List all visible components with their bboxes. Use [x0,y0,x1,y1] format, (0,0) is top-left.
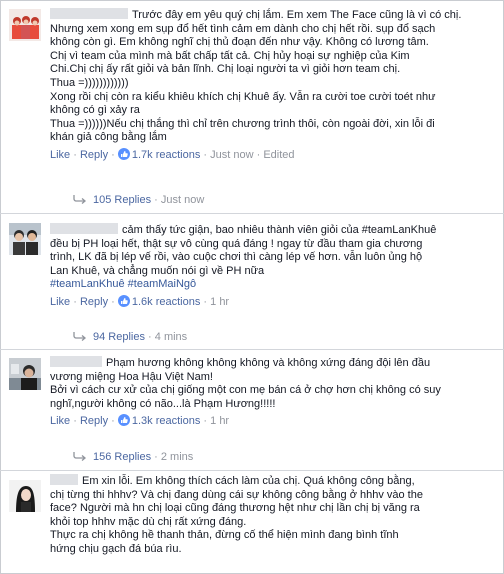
replies-time: 2 mins [160,451,194,463]
replies-time: 4 mins [154,331,188,343]
avatar-image [9,223,41,255]
comment-text-line: Nhưng xem xong em sụp đổ hết tình cảm em… [50,22,436,35]
like-link[interactable]: Like [50,415,70,427]
like-reaction-icon [117,147,130,160]
comment-text-line: Xong rồi chị còn ra kiểu khiêu khích chị… [50,90,436,103]
like-link[interactable]: Like [50,296,70,308]
replies-count[interactable]: 105 Replies [93,194,151,206]
avatar-image [9,358,41,390]
reply-link[interactable]: Reply [80,296,108,308]
comment-text-line: không còn gì. Em không nghĩ chị thủ đoạn… [50,36,429,49]
comment-time[interactable]: 1 hr [210,415,229,427]
commenter-name-redacted[interactable] [50,8,128,19]
comment-text-line: nghĩ,người không có não...là Phạm Hương!… [50,397,276,410]
view-replies-link[interactable]: 105 Replies · Just now [73,194,204,208]
view-replies-link[interactable]: 94 Replies · 4 mins [73,331,187,345]
replies-count[interactable]: 94 Replies [93,331,145,343]
comment-divider [0,349,504,350]
avatar-image [9,9,41,41]
view-replies-link[interactable]: 156 Replies · 2 mins [73,451,193,465]
comment-text-line: chị từng thi hhhv? Và chị đang dùng cái … [50,488,423,501]
comment-text-line: Thua =))))))Nếu chị thắng thì chỉ trên c… [50,117,435,130]
comment-text-line: Chị vì team của mình mà bất chấp tất cả.… [50,49,410,62]
reactions-count[interactable]: 1.7k reactions [132,149,200,161]
reply-arrow-icon [73,332,87,341]
commenter-name-redacted[interactable] [50,356,102,367]
comment-actions: Like · Reply · 1.6k reactions · 1 hr [50,294,230,308]
comment-text-line: Em xin lỗi. Em không thích cách làm của … [82,475,415,487]
comment-text-line: Chi.Chị chị ấy rất giỏi và bản lĩnh. Chị… [50,63,401,76]
hashtag-line[interactable]: #teamLanKhuê #teamMaiNgô [50,278,496,292]
comment-divider [0,213,504,214]
avatar[interactable] [9,480,41,512]
replies-count[interactable]: 156 Replies [93,451,151,463]
avatar[interactable] [9,9,41,41]
comment-text-line: face? Người mà hn chị loại cũng đáng thư… [50,502,420,515]
comment-text-line: Trước đây em yêu quý chị lắm. Em xem The… [132,9,462,21]
reply-arrow-icon [73,452,87,461]
comment-text-line: đều bị PH loại hết, thật sự vô cùng quá … [50,237,423,250]
replies-time: Just now [160,194,205,206]
comment-text-line: Phạm hương không không không và không xứ… [106,357,431,369]
comment-text-line: hứng chịu gạch đá búa rìu. [50,542,182,555]
comment-divider [0,470,504,471]
reactions-count[interactable]: 1.6k reactions [132,296,200,308]
like-reaction-icon [117,294,130,307]
comment-text-line: không có gì xảy ra [50,104,140,117]
avatar-image [9,480,41,512]
like-link[interactable]: Like [50,149,70,161]
like-reaction-icon [117,414,130,427]
comment-text-line: Thua =)))))))))))) [50,76,129,89]
reply-arrow-icon [73,195,87,204]
comment-time[interactable]: 1 hr [210,296,229,308]
comment-text-line: Bởi vì cách cư xử của chị giống một con … [50,384,441,397]
commenter-name-redacted[interactable] [50,474,78,485]
comment-text-line: trình, LK đã bị lép vế rồi, vào cuộc chơ… [50,251,423,264]
reply-link[interactable]: Reply [80,149,108,161]
avatar[interactable] [9,223,41,255]
comment-text-line: Thực ra chị không hề thanh thản, đừng cố… [50,529,399,542]
comment-text-line: Lan Khuê, và chẳng muốn nói gì về PH nữa [50,264,265,277]
comment-text-line: khỏi top hhhv mặc dù chị rất xứng đáng. [50,515,247,528]
reactions-count[interactable]: 1.3k reactions [132,415,200,427]
edited-label[interactable]: Edited [263,149,294,161]
comment-actions: Like · Reply · 1.7k reactions · Just now… [50,147,295,161]
comment-time[interactable]: Just now [210,149,253,161]
avatar[interactable] [9,358,41,390]
comment-actions: Like · Reply · 1.3k reactions · 1 hr [50,414,230,428]
commenter-name-redacted[interactable] [50,223,118,234]
comment-text-line: vương miệng Hoa Hậu Việt Nam! [50,370,213,383]
reply-link[interactable]: Reply [80,415,108,427]
comment-text-line: cảm thấy tức giận, bao nhiêu thành viên … [122,224,437,236]
comment-text-line: khán giả công bằng lắm [50,131,167,144]
